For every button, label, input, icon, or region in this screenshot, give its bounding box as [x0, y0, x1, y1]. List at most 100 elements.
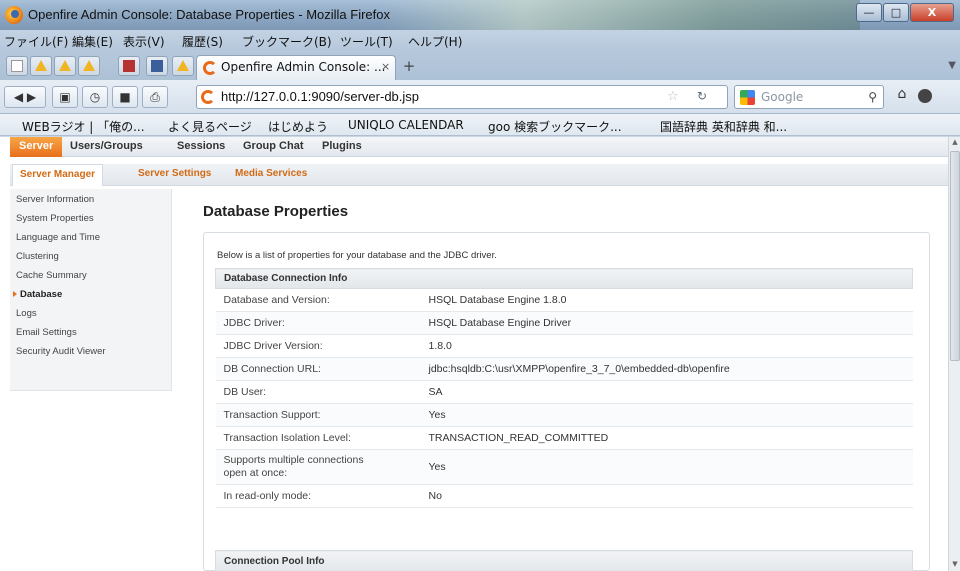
intro-text: Below is a list of properties for your d… — [217, 250, 497, 261]
google-icon — [740, 90, 755, 105]
sidebar-item-email-settings[interactable]: Email Settings — [16, 327, 77, 338]
bookmark-dictionary[interactable]: 国語辞典 英和辞典 和... — [660, 118, 787, 135]
table-row: Transaction Support: Yes — [215, 403, 913, 427]
bookmarks-bar: WEBラジオ | 「俺の... よく見るページ はじめよう UNIQLO CAL… — [0, 114, 960, 136]
maximize-button[interactable]: □ — [883, 3, 909, 22]
red-app-icon — [123, 60, 135, 72]
row-value: SA — [420, 380, 913, 404]
menu-file[interactable]: ファイル(F) — [4, 33, 68, 50]
sidebar-item-security-audit-viewer[interactable]: Security Audit Viewer — [16, 346, 106, 357]
table-row: Supports multiple connections open at on… — [215, 449, 913, 485]
tab-close-icon[interactable]: × — [381, 60, 390, 73]
row-label: JDBC Driver Version: — [215, 334, 421, 358]
tab-list-icon[interactable]: ▼ — [948, 60, 956, 71]
tab-users-groups[interactable]: Users/Groups — [70, 140, 143, 152]
window-title: Openfire Admin Console: Database Propert… — [28, 7, 390, 22]
menu-tools[interactable]: ツール(T) — [340, 33, 393, 50]
tab-group-chat[interactable]: Group Chat — [243, 140, 304, 152]
sidebar-item-server-information[interactable]: Server Information — [16, 194, 94, 205]
sidebar-item-system-properties[interactable]: System Properties — [16, 213, 94, 224]
table-row: DB User: SA — [215, 380, 913, 404]
search-bar[interactable]: Google ⚲ — [734, 85, 884, 109]
tab-plugins[interactable]: Plugins — [322, 140, 362, 152]
tabs-icon[interactable]: ▣ — [52, 86, 78, 108]
row-value: HSQL Database Engine Driver — [420, 311, 913, 335]
row-label: Transaction Support: — [215, 403, 421, 427]
row-value: Yes — [420, 403, 913, 427]
bookmark-uniqlo-calendar[interactable]: UNIQLO CALENDAR — [348, 118, 464, 132]
menu-edit[interactable]: 編集(E) — [72, 33, 113, 50]
menu-history[interactable]: 履歴(S) — [182, 33, 223, 50]
connection-pool-table: Connection Pool Info — [215, 550, 913, 571]
pinned-tab[interactable] — [118, 56, 140, 76]
window-titlebar: Openfire Admin Console: Database Propert… — [0, 0, 960, 30]
sidebar-item-cache-summary[interactable]: Cache Summary — [16, 270, 87, 281]
screen-icon[interactable]: ■ — [112, 86, 138, 108]
pinned-tab[interactable] — [54, 56, 76, 76]
history-icon[interactable]: ◷ — [82, 86, 108, 108]
minimize-button[interactable]: — — [856, 3, 882, 22]
tab-server-settings[interactable]: Server Settings — [138, 168, 211, 179]
search-icon[interactable]: ⚲ — [868, 90, 877, 104]
sidebar-item-clustering[interactable]: Clustering — [16, 251, 59, 262]
navigation-bar: ◀ ▶ ▣ ◷ ■ ⎙ http://127.0.0.1:9090/server… — [0, 80, 960, 114]
close-window-button[interactable]: X — [910, 3, 954, 22]
page-icon — [11, 60, 23, 72]
bookmark-web-radio[interactable]: WEBラジオ | 「俺の... — [22, 118, 145, 135]
bookmark-most-visited[interactable]: よく見るページ — [168, 118, 252, 135]
new-tab-button[interactable]: + — [400, 58, 418, 76]
row-label: DB Connection URL: — [215, 357, 421, 381]
sidebar-item-database[interactable]: Database — [13, 289, 63, 300]
table-row: Transaction Isolation Level: TRANSACTION… — [215, 426, 913, 450]
reload-icon[interactable]: ↻ — [697, 89, 707, 103]
page-content: Server Users/Groups Sessions Group Chat … — [0, 137, 948, 571]
menubar: ファイル(F) 編集(E) 表示(V) 履歴(S) ブックマーク(B) ツール(… — [0, 30, 960, 50]
row-value: 1.8.0 — [420, 334, 913, 358]
tab-server-manager[interactable]: Server Manager — [12, 164, 104, 186]
scroll-down-icon[interactable]: ▼ — [950, 560, 960, 570]
pinned-tab[interactable] — [172, 56, 194, 76]
sidebar-item-logs[interactable]: Logs — [16, 308, 37, 319]
blue-app-icon — [151, 60, 163, 72]
search-input[interactable]: Google — [761, 90, 803, 104]
page-scrollbar[interactable]: ▲ ▼ — [948, 137, 960, 571]
firefox-logo-icon — [5, 6, 23, 24]
scroll-up-icon[interactable]: ▲ — [950, 138, 960, 148]
sidebar-item-label: Database — [20, 289, 63, 300]
site-identity-icon — [201, 90, 215, 104]
url-bar[interactable]: http://127.0.0.1:9090/server-db.jsp ☆ ↻ — [196, 85, 728, 109]
url-text[interactable]: http://127.0.0.1:9090/server-db.jsp — [221, 89, 419, 104]
table-row: In read-only mode: No — [215, 484, 913, 508]
tab-media-services[interactable]: Media Services — [235, 168, 307, 179]
pinned-tab[interactable] — [6, 56, 28, 76]
warning-icon — [177, 60, 189, 71]
menu-help[interactable]: ヘルプ(H) — [408, 33, 462, 50]
tab-openfire-admin[interactable]: Openfire Admin Console: ... × — [196, 55, 396, 80]
print-icon[interactable]: ⎙ — [142, 86, 168, 108]
menu-view[interactable]: 表示(V) — [123, 33, 165, 50]
scroll-thumb[interactable] — [950, 151, 960, 361]
tab-sessions[interactable]: Sessions — [177, 140, 225, 152]
home-icon[interactable]: ⌂ — [891, 86, 913, 108]
table-row: JDBC Driver: HSQL Database Engine Driver — [215, 311, 913, 335]
pinned-tab[interactable] — [30, 56, 52, 76]
extension-icon[interactable] — [918, 89, 932, 103]
table-row: Database and Version: HSQL Database Engi… — [215, 288, 913, 312]
sidebar-item-language-time[interactable]: Language and Time — [16, 232, 100, 243]
row-value: jdbc:hsqldb:C:\usr\XMPP\openfire_3_7_0\e… — [420, 357, 913, 381]
table-row: JDBC Driver Version: 1.8.0 — [215, 334, 913, 358]
row-label: Database and Version: — [215, 288, 421, 312]
tab-strip: Openfire Admin Console: ... × + ▼ — [0, 50, 960, 80]
back-forward-button[interactable]: ◀ ▶ — [4, 86, 46, 108]
bookmark-goo-search[interactable]: goo 検索ブックマーク... — [488, 118, 622, 135]
database-properties-panel: Below is a list of properties for your d… — [203, 232, 930, 571]
titlebar-background-art — [380, 0, 860, 30]
main-nav-tabs: Server Users/Groups Sessions Group Chat … — [10, 137, 948, 157]
bookmark-star-icon[interactable]: ☆ — [667, 89, 679, 104]
warning-icon — [35, 60, 47, 71]
bookmark-getting-started[interactable]: はじめよう — [268, 118, 328, 135]
pinned-tab[interactable] — [78, 56, 100, 76]
menu-bookmarks[interactable]: ブックマーク(B) — [242, 33, 332, 50]
tab-server[interactable]: Server — [10, 137, 63, 157]
pinned-tab[interactable] — [146, 56, 168, 76]
